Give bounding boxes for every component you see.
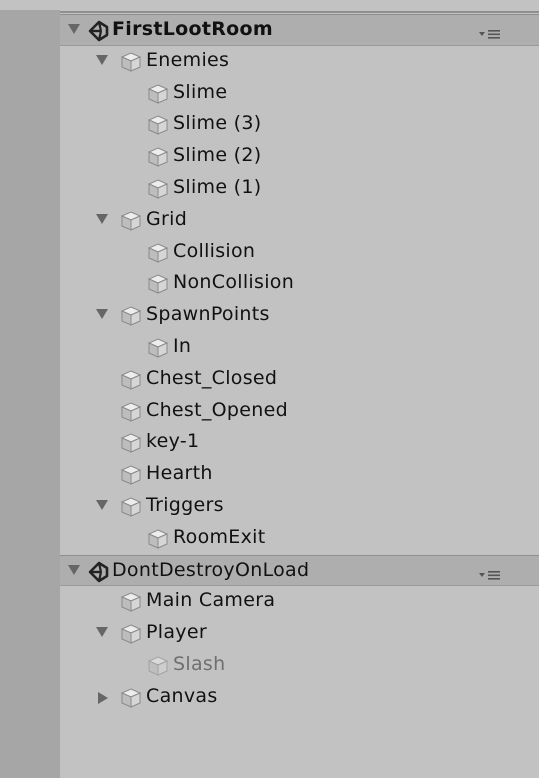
scene-row[interactable]: DontDestroyOnLoad: [60, 554, 539, 587]
gameobject-cube-icon: [120, 464, 142, 486]
hierarchy-item[interactable]: Slime (2): [60, 141, 539, 173]
hierarchy-item[interactable]: Slash: [60, 650, 539, 682]
item-label: Slime: [173, 80, 228, 103]
hierarchy-item[interactable]: key-1: [60, 427, 539, 459]
hierarchy-item[interactable]: Chest_Opened: [60, 396, 539, 428]
gameobject-cube-icon: [120, 210, 142, 232]
item-label: Slime (3): [173, 112, 262, 135]
scene-name: DontDestroyOnLoad: [112, 558, 310, 581]
gameobject-cube-icon: [120, 401, 142, 423]
gameobject-cube-icon: [147, 242, 169, 264]
gameobject-cube-icon: [120, 591, 142, 613]
hierarchy-item[interactable]: Triggers: [60, 491, 539, 523]
context-menu-icon[interactable]: [477, 565, 503, 580]
item-label: Enemies: [146, 48, 230, 71]
hierarchy-item[interactable]: Slime: [60, 78, 539, 110]
item-label: key-1: [146, 430, 200, 453]
hierarchy-item[interactable]: Slime (1): [60, 173, 539, 205]
scene-row[interactable]: FirstLootRoom: [60, 14, 539, 46]
triangle-down-icon[interactable]: [96, 213, 108, 224]
hierarchy-item[interactable]: Hearth: [60, 459, 539, 491]
hierarchy-item[interactable]: Collision: [60, 237, 539, 269]
item-label: Chest_Opened: [146, 398, 288, 421]
hierarchy-item[interactable]: RoomExit: [60, 523, 539, 555]
item-label: Collision: [173, 239, 256, 262]
item-label: Triggers: [146, 493, 224, 516]
item-label: Slime (1): [173, 175, 262, 198]
hierarchy-item[interactable]: Canvas: [60, 682, 539, 714]
triangle-right-icon[interactable]: [98, 691, 108, 704]
gameobject-cube-icon: [120, 305, 142, 327]
hierarchy-item[interactable]: Chest_Closed: [60, 364, 539, 396]
hierarchy-tree: FirstLootRoom Enemies Slime Slime (3) Slime …: [60, 14, 539, 714]
item-label: Player: [146, 621, 207, 644]
triangle-down-icon[interactable]: [96, 54, 108, 65]
item-label: Chest_Closed: [146, 366, 278, 389]
left-gutter: [0, 0, 60, 778]
triangle-down-icon[interactable]: [68, 24, 80, 34]
scene-name: FirstLootRoom: [112, 18, 273, 40]
hierarchy-item[interactable]: Enemies: [60, 46, 539, 78]
item-label: Slash: [173, 652, 226, 675]
top-border: [0, 0, 539, 10]
gameobject-cube-icon: [120, 623, 142, 645]
item-label: SpawnPoints: [146, 303, 270, 326]
gameobject-cube-icon: [147, 337, 169, 359]
item-label: Grid: [146, 207, 188, 230]
gameobject-cube-icon: [147, 146, 169, 168]
context-menu-icon[interactable]: [477, 24, 503, 39]
gameobject-cube-icon: [120, 51, 142, 73]
gameobject-cube-icon: [120, 496, 142, 518]
gameobject-cube-icon: [147, 178, 169, 200]
item-label: Slime (2): [173, 144, 262, 167]
gameobject-cube-icon: [147, 528, 169, 550]
item-label: In: [173, 334, 192, 357]
triangle-down-icon[interactable]: [96, 309, 108, 320]
item-label: NonCollision: [173, 271, 295, 294]
gameobject-cube-icon: [147, 114, 169, 136]
triangle-down-icon[interactable]: [96, 499, 108, 510]
gameobject-cube-icon: [120, 687, 142, 709]
unity-logo-icon: [87, 20, 109, 42]
gameobject-cube-icon: [147, 655, 169, 677]
hierarchy-item[interactable]: NonCollision: [60, 268, 539, 300]
hierarchy-item[interactable]: SpawnPoints: [60, 300, 539, 332]
hierarchy-item[interactable]: In: [60, 332, 539, 364]
gameobject-cube-icon: [120, 432, 142, 454]
triangle-down-icon[interactable]: [96, 627, 108, 638]
item-label: Canvas: [146, 684, 218, 707]
unity-logo-icon: [87, 561, 109, 583]
gameobject-cube-icon: [120, 369, 142, 391]
hierarchy-item[interactable]: Slime (3): [60, 109, 539, 141]
gameobject-cube-icon: [147, 273, 169, 295]
item-label: Main Camera: [146, 589, 276, 612]
item-label: Hearth: [146, 462, 213, 485]
item-label: RoomExit: [173, 525, 266, 548]
hierarchy-item[interactable]: Player: [60, 618, 539, 650]
hierarchy-item[interactable]: Main Camera: [60, 586, 539, 618]
hierarchy-item[interactable]: Grid: [60, 205, 539, 237]
triangle-down-icon[interactable]: [68, 564, 80, 575]
top-divider: [60, 11, 539, 13]
gameobject-cube-icon: [147, 83, 169, 105]
